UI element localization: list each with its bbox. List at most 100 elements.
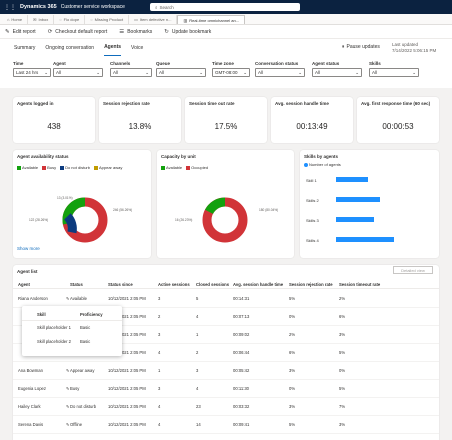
table-cell-status: Offline <box>70 422 83 427</box>
availability-label: 122 (28.26%) <box>29 218 49 222</box>
tab-summary[interactable]: Summary <box>14 39 35 56</box>
column-header[interactable]: Status since <box>108 282 133 287</box>
table-row[interactable]: Serena Davis ✎ Offline 10/12/2021 2:05 PM 4… <box>13 416 439 434</box>
legend-swatch <box>60 165 65 170</box>
table-cell-status: Available <box>70 296 87 301</box>
donut-dnd-slice <box>63 213 77 234</box>
pause-updates-button[interactable]: ⏸ Pause updates <box>342 44 380 50</box>
capacity-donut <box>202 197 248 243</box>
edit-icon: ✎ <box>5 28 10 35</box>
popup-skill: Skill placeholder 1 <box>37 325 71 330</box>
table-cell-aht: 00:09:02 <box>233 332 250 337</box>
table-cell-tout: 5% <box>339 350 346 355</box>
table-cell-agent: Ana Bowman <box>18 368 43 373</box>
timezone-dropdown[interactable]: GMT-08:00 ⌄ <box>212 68 250 77</box>
legend-swatch <box>186 165 191 170</box>
brand-name: Dynamics 365 <box>20 4 57 10</box>
bookmarks-button[interactable]: ☰ Bookmarks <box>119 29 152 35</box>
show-more-link[interactable]: Show more <box>17 246 40 251</box>
queue-dropdown[interactable]: All ⌄ <box>156 68 206 77</box>
agent-status-dropdown[interactable]: All ⌄ <box>312 68 362 77</box>
tab-agents[interactable]: Agents <box>104 39 122 56</box>
agent-availability-card: Agent availability status Available Busy… <box>13 150 151 258</box>
skill-bar <box>336 237 394 242</box>
table-cell-agent: Hailey Clark <box>18 404 41 409</box>
status-icon: ✎ <box>66 296 70 301</box>
chevron-down-icon: ⌄ <box>44 69 48 75</box>
skill-bar <box>336 217 374 222</box>
column-header[interactable]: Agent <box>18 282 30 287</box>
popup-skill: Skill placeholder 2 <box>37 339 71 344</box>
table-row[interactable]: Ana Bowman ✎ Appear away 10/12/2021 2:05 P… <box>13 362 439 380</box>
table-row[interactable]: Eugenia Lopez ✎ Busy 10/12/2021 2:05 PM 3 4 0… <box>13 380 439 398</box>
conversation-status-dropdown[interactable]: All ⌄ <box>255 68 305 77</box>
skills-dropdown[interactable]: All ⌄ <box>369 68 419 77</box>
inbox-icon: ✉ <box>33 17 37 22</box>
skills-by-agents-card: Skills by agents Number of agents Skill … <box>300 150 439 258</box>
table-cell-rej: 0% <box>289 386 296 391</box>
tab-voice[interactable]: Voice <box>131 39 143 56</box>
column-header[interactable]: Session timeout rate <box>339 282 380 287</box>
tab-flo-dope[interactable]: ◌ Flo dope <box>54 15 86 24</box>
bar-label: Skill 1 <box>306 178 317 183</box>
table-row[interactable]: Hailey Clark ✎ Do not disturb 10/12/2021 2… <box>13 398 439 416</box>
app-launcher-icon[interactable]: ⋮⋮ <box>4 4 16 11</box>
agent-dropdown[interactable]: All ⌄ <box>53 68 103 77</box>
skill-bar <box>336 197 380 202</box>
table-cell-active: 4 <box>158 404 161 409</box>
chevron-down-icon: ⌄ <box>145 69 149 75</box>
table-cell-tout: 3% <box>339 422 346 427</box>
table-cell-agent: Serena Davis <box>18 422 44 427</box>
tab-inbox[interactable]: ✉ Inbox <box>28 15 55 24</box>
detailed-view-button[interactable]: Detailed view <box>393 266 433 274</box>
column-header[interactable]: Avg. session handle time <box>233 282 283 287</box>
table-cell-active: 4 <box>158 350 161 355</box>
column-header[interactable]: Closed sessions <box>196 282 229 287</box>
table-cell-closed: 4 <box>196 386 199 391</box>
time-dropdown[interactable]: Last 24 hrs ⌄ <box>13 68 51 77</box>
tab-missing-product[interactable]: ◌ Missing Product <box>85 15 130 24</box>
table-header: Agent Status Status since Active session… <box>13 280 439 289</box>
table-cell-closed: 2 <box>196 350 199 355</box>
filter-timezone: Time zone GMT-08:00 ⌄ <box>212 61 250 77</box>
tab-ongoing-conversation[interactable]: Ongoing conversation <box>45 39 94 56</box>
availability-label: 13 (3.01%) <box>57 196 73 200</box>
app-name: Customer service workspace <box>60 4 125 10</box>
checkout-default-report-button[interactable]: ⟳ Checkout default report <box>48 29 108 35</box>
chevron-down-icon: ⌄ <box>298 69 302 75</box>
column-header[interactable]: Active sessions <box>158 282 190 287</box>
table-cell-rej: 2% <box>289 332 296 337</box>
column-header[interactable]: Session rejection rate <box>289 282 333 287</box>
channels-dropdown[interactable]: All ⌄ <box>110 68 152 77</box>
table-cell-active: 3 <box>158 386 161 391</box>
table-cell-tout: 6% <box>339 314 346 319</box>
update-bookmark-button[interactable]: ↻ Update bookmark <box>164 29 211 35</box>
popup-proficiency: Basic <box>80 325 91 330</box>
table-cell-closed: 5 <box>196 296 199 301</box>
tab-realtime-analytics[interactable]: ▥ Real-time omnichannel an... <box>177 15 246 24</box>
table-cell-since: 10/12/2021 2:05 PM <box>108 404 146 409</box>
table-cell-aht: 00:05:42 <box>233 368 250 373</box>
legend-swatch <box>304 162 308 167</box>
column-header[interactable]: Status <box>70 282 83 287</box>
legend-swatch <box>161 165 165 170</box>
edit-report-button[interactable]: ✎ Edit report <box>5 29 36 35</box>
filter-skills: Skills All ⌄ <box>369 61 419 77</box>
refresh-icon: ↻ <box>164 28 169 35</box>
filter-channels: Channels All ⌄ <box>110 61 152 77</box>
global-search-input[interactable]: ⌕ Search <box>150 3 300 11</box>
table-cell-since: 10/12/2021 2:05 PM <box>108 368 146 373</box>
table-cell-active: 1 <box>158 368 161 373</box>
tab-home[interactable]: ⌂ Home <box>2 15 29 24</box>
filter-agent-status: Agent status All ⌄ <box>312 61 362 77</box>
legend-swatch <box>17 165 21 170</box>
tab-item-defective[interactable]: ▭ Item defective n... <box>129 15 178 24</box>
popup-header: Proficiency <box>80 312 103 317</box>
capacity-legend: Available Occupied <box>161 165 212 170</box>
table-cell-aht: 00:11:30 <box>233 386 249 391</box>
search-icon: ⌕ <box>155 4 158 10</box>
table-cell-aht: 00:06:44 <box>233 350 250 355</box>
table-cell-active: 3 <box>158 296 161 301</box>
filter-agent: Agent All ⌄ <box>53 61 103 77</box>
table-cell-aht: 00:07:13 <box>233 314 250 319</box>
